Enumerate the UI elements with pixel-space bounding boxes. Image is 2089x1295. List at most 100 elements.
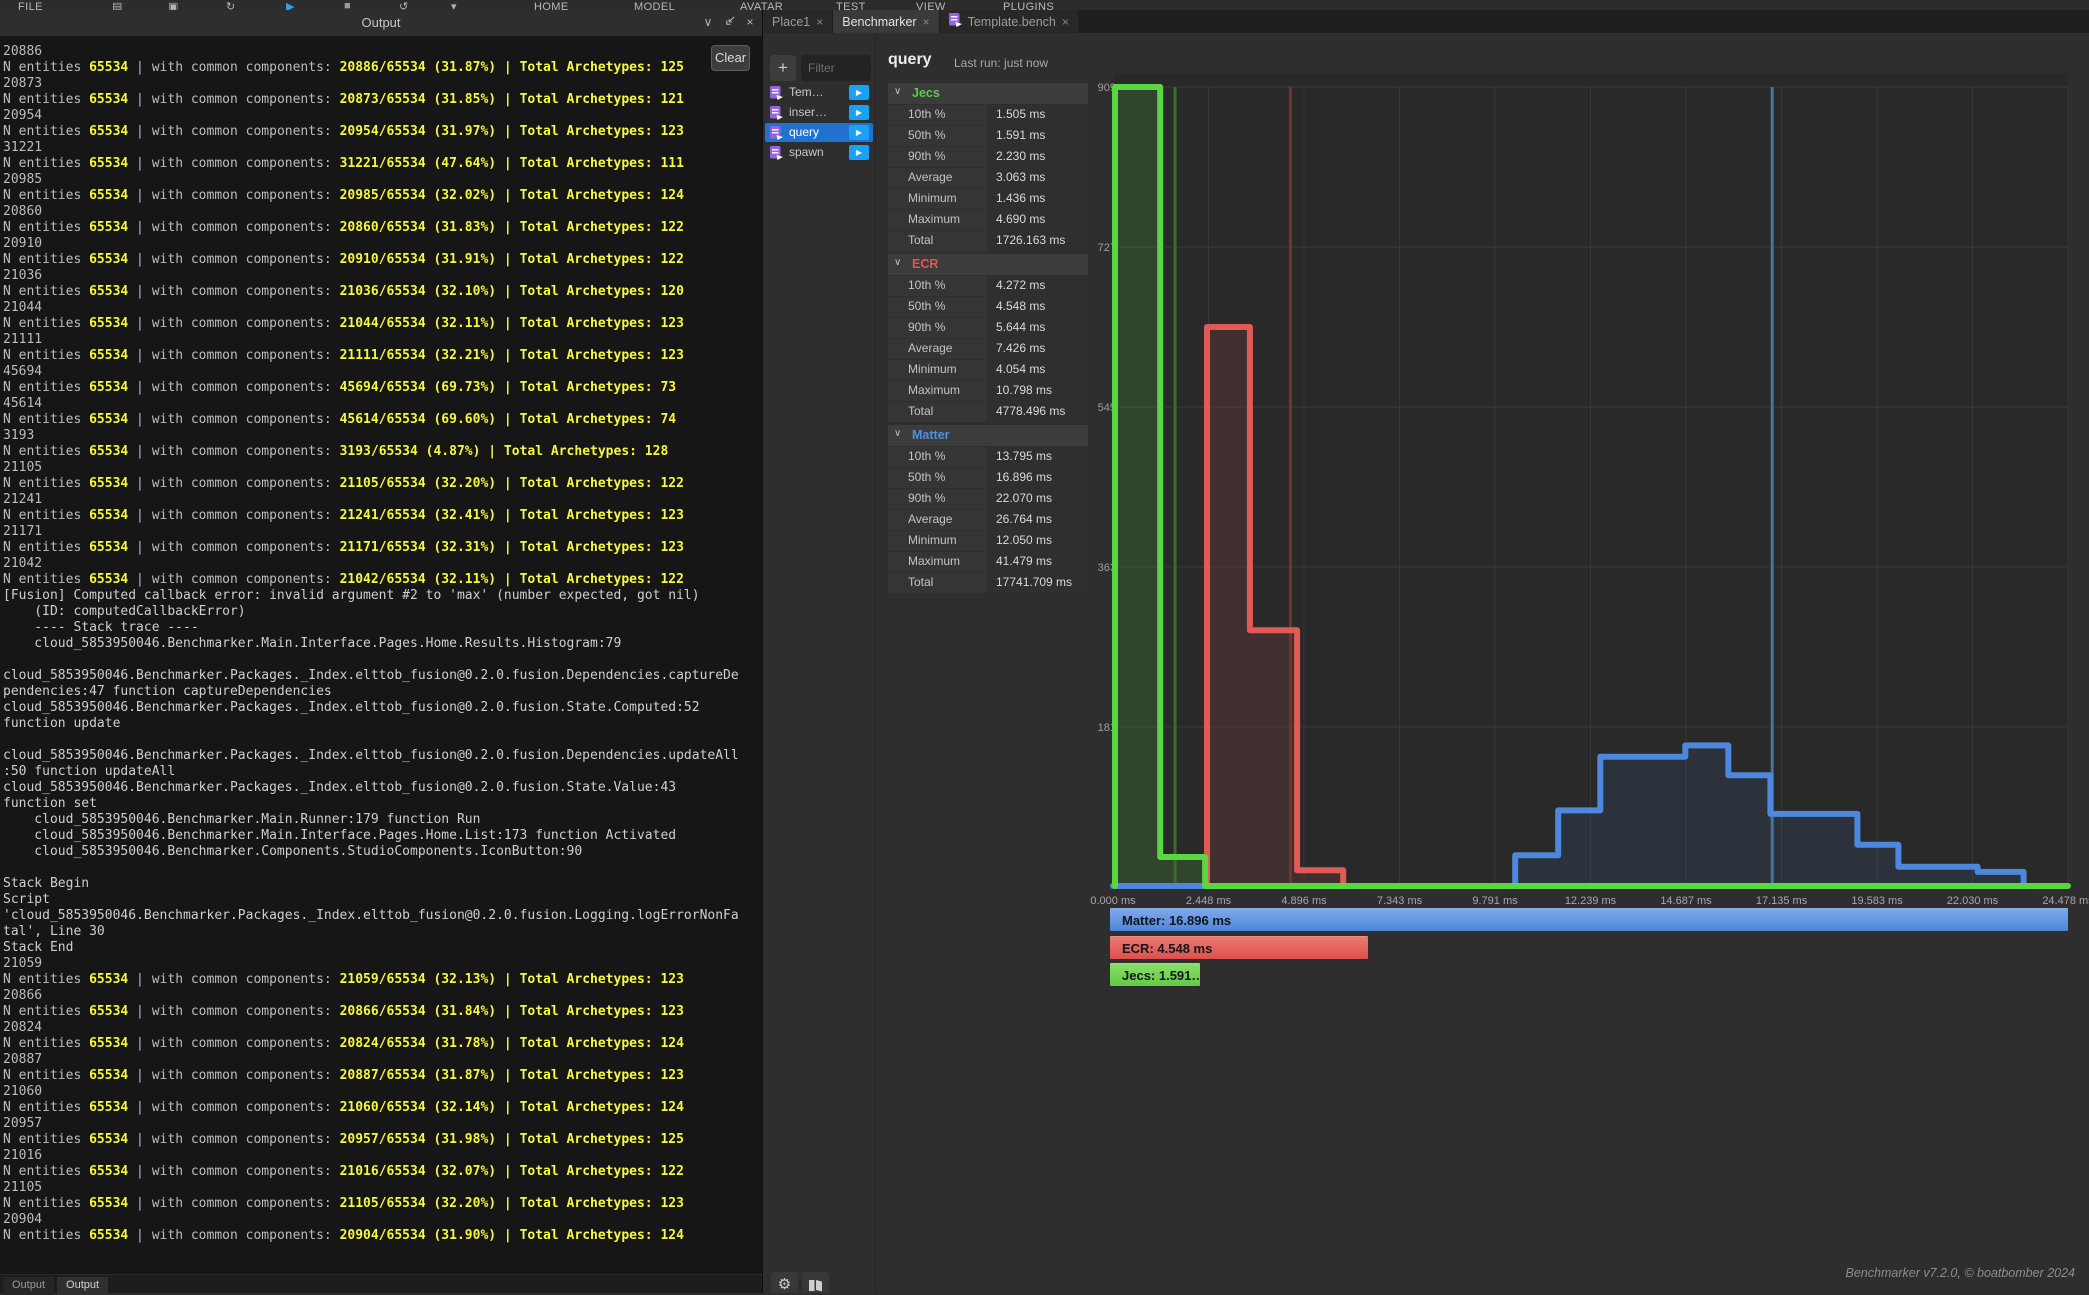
benchmark-item-spawn[interactable]: spawn ▶ [765,143,873,162]
close-icon[interactable]: × [742,14,758,30]
console-line: N entities 65534 | with common component… [3,572,762,588]
stat-value: 1.505 ms [988,105,1088,125]
console-line: 20910 [3,236,762,252]
stat-value: 2.230 ms [988,147,1088,167]
stat-label: Minimum [888,360,987,380]
stat-label: 10th % [888,105,987,125]
stat-row: 90th %2.230 ms [888,147,1088,167]
clear-button[interactable]: Clear [711,45,750,71]
stat-row: 10th %4.272 ms [888,276,1088,296]
run-benchmark-button[interactable]: ▶ [849,125,869,140]
output-panel-title: Output [0,15,762,30]
chevron-down-icon[interactable]: ∨ [700,14,716,30]
stat-value: 22.070 ms [988,489,1088,509]
stat-label: Maximum [888,552,987,572]
benchmark-title: query [888,51,932,69]
benchmark-item-inser[interactable]: inser…▶ [765,103,873,122]
console-line: 21042 [3,556,762,572]
stat-row: Minimum1.436 ms [888,189,1088,209]
benchmark-item-label: spawn [789,145,824,159]
console-line: 20957 [3,1116,762,1132]
stat-row: 50th %4.548 ms [888,297,1088,317]
console-log[interactable]: 20886N entities 65534 | with common comp… [0,38,762,1275]
stats-section-header-matter[interactable]: ∨Matter [888,425,1088,446]
benchmark-item-query[interactable]: query▶ [765,123,873,142]
x-tick-label: 4.896 ms [1281,895,1327,907]
console-line: N entities 65534 | with common component… [3,508,762,524]
legend-bar-ecr: ECR: 4.548 ms [1110,936,1368,959]
output-bottom-tabbar: OutputOutput [0,1274,762,1293]
script-icon [949,13,962,30]
console-line: 20904 [3,1212,762,1228]
close-icon[interactable]: × [1062,15,1069,29]
console-line: N entities 65534 | with common component… [3,444,762,460]
console-line: 20824 [3,1020,762,1036]
console-line: N entities 65534 | with common component… [3,284,762,300]
console-line: N entities 65534 | with common component… [3,1228,762,1244]
console-line: tal', Line 30 [3,924,762,940]
stat-label: 10th % [888,276,987,296]
console-line: N entities 65534 | with common component… [3,380,762,396]
console-line: N entities 65534 | with common component… [3,252,762,268]
stat-value: 4778.496 ms [988,402,1088,422]
console-line: 3193 [3,428,762,444]
run-benchmark-button[interactable]: ▶ [849,85,869,100]
stats-section-name: Matter [912,428,950,442]
add-benchmark-button[interactable]: + [770,55,796,81]
stat-label: 50th % [888,297,987,317]
stat-row: Minimum12.050 ms [888,531,1088,551]
benchmark-item-Tem[interactable]: Tem…▶ [765,83,873,102]
output-panel: Output ∨ × 20886N entities 65534 | with … [0,10,763,1293]
console-line: cloud_5853950046.Benchmarker.Main.Runner… [3,812,762,828]
histogram-chart: 1813635457279090.000 ms2.448 ms4.896 ms7… [1090,33,2089,1293]
close-icon[interactable]: × [923,15,930,29]
console-line [3,860,762,876]
last-run-label: Last run: just now [954,56,1048,70]
stat-label: Maximum [888,210,987,230]
document-tabbar: Place1× Benchmarker × Template.bench × [763,10,2089,33]
stats-section-header-jecs[interactable]: ∨Jecs [888,83,1088,104]
tab-benchmarker[interactable]: Benchmarker × [833,10,938,33]
output-panel-header: Output ∨ × [0,10,762,36]
output-tab[interactable]: Output [3,1277,54,1295]
run-benchmark-button[interactable]: ▶ [849,105,869,120]
console-line: pendencies:47 function captureDependenci… [3,684,762,700]
x-tick-label: 22.030 ms [1947,895,1999,907]
stat-row: Maximum10.798 ms [888,381,1088,401]
settings-button[interactable]: ⚙ [771,1272,798,1293]
run-benchmark-button[interactable]: ▶ [849,145,869,160]
console-line: 20866 [3,988,762,1004]
output-tab[interactable]: Output [57,1277,108,1295]
tab-template-bench[interactable]: Template.bench × [940,10,1078,33]
console-line: cloud_5853950046.Benchmarker.Packages._I… [3,700,762,716]
console-line: N entities 65534 | with common component… [3,412,762,428]
stat-value: 1726.163 ms [988,231,1088,251]
console-line: 21016 [3,1148,762,1164]
tab-label: Benchmarker [842,15,916,29]
console-line: N entities 65534 | with common component… [3,1036,762,1052]
stat-value: 4.548 ms [988,297,1088,317]
console-line: 21111 [3,332,762,348]
console-line: 21241 [3,492,762,508]
console-line: N entities 65534 | with common component… [3,124,762,140]
stats-section-header-ecr[interactable]: ∨ECR [888,254,1088,275]
tab-label: Template.bench [968,15,1056,29]
console-line: N entities 65534 | with common component… [3,476,762,492]
undock-icon[interactable] [722,14,738,30]
stat-label: 90th % [888,147,987,167]
filter-input[interactable] [801,55,871,81]
stat-row: Total1726.163 ms [888,231,1088,251]
console-line: cloud_5853950046.Benchmarker.Packages._I… [3,668,762,684]
tab-place1[interactable]: Place1× [763,10,832,33]
stat-value: 4.054 ms [988,360,1088,380]
console-line: N entities 65534 | with common component… [3,220,762,236]
console-line: function set [3,796,762,812]
stat-value: 16.896 ms [988,468,1088,488]
console-line: Stack End [3,940,762,956]
docs-button[interactable] [802,1272,829,1293]
stat-value: 7.426 ms [988,339,1088,359]
console-line: function update [3,716,762,732]
console-line: 21105 [3,460,762,476]
x-tick-label: 9.791 ms [1472,895,1518,907]
close-icon[interactable]: × [816,15,823,29]
